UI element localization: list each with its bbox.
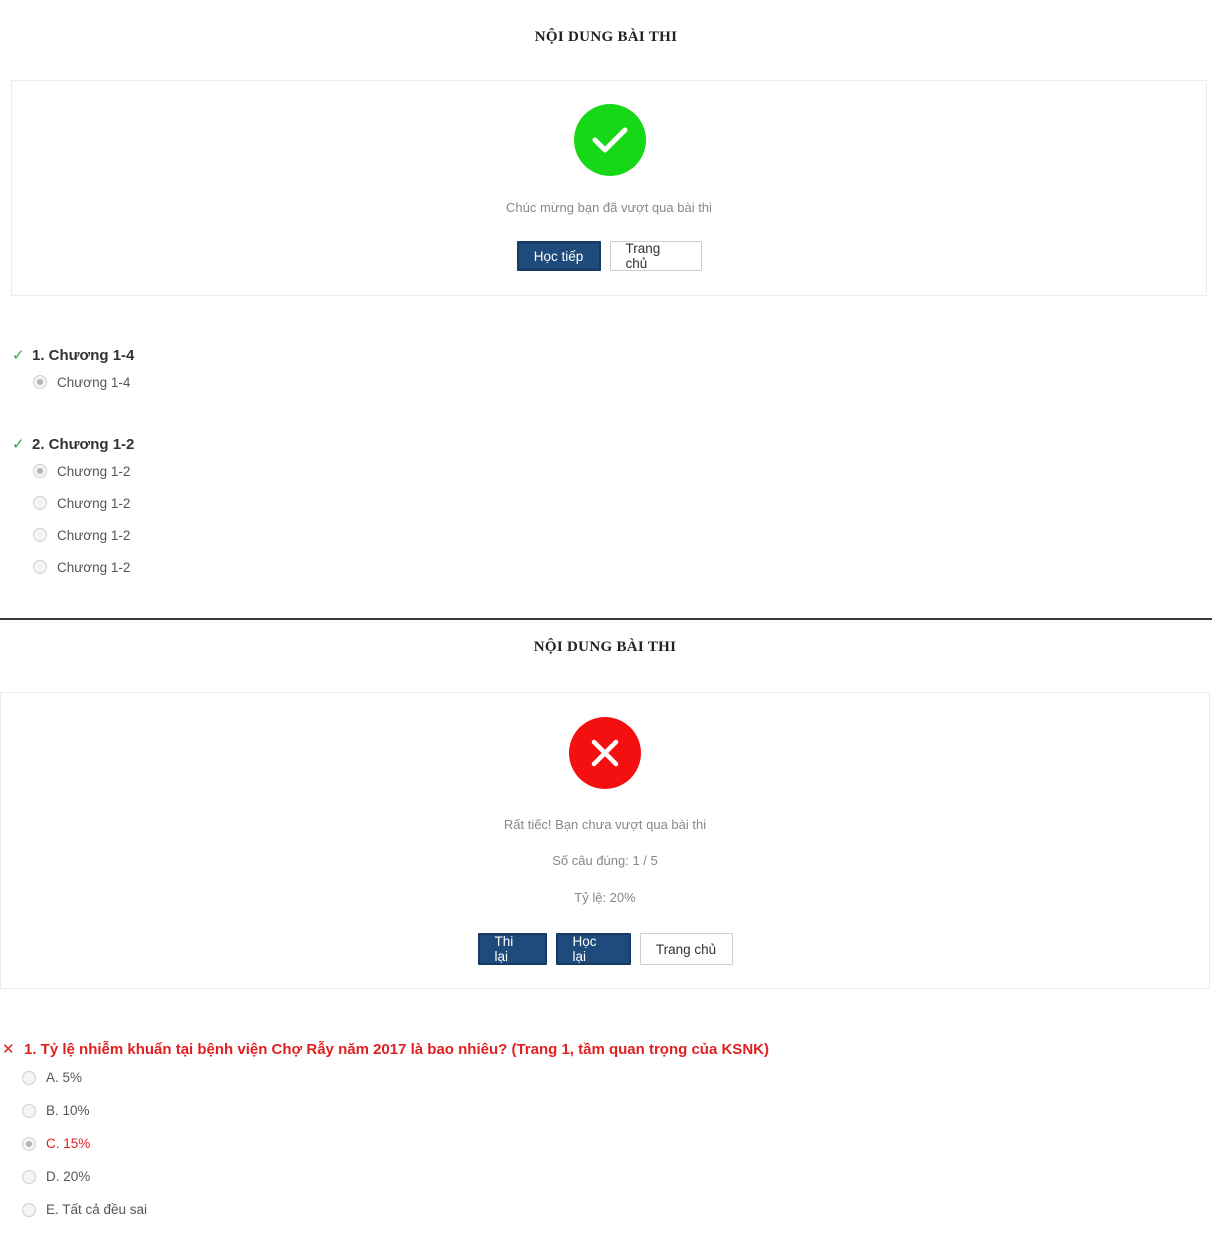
question-item: ✓ 2. Chương 1-2 Chương 1-2 Chương 1-2 Ch… xyxy=(12,433,134,583)
result-message: Chúc mừng bạn đã vượt qua bài thi xyxy=(506,200,712,215)
correct-count: Số câu đúng: 1 / 5 xyxy=(552,853,658,868)
x-icon xyxy=(590,738,620,768)
radio-selected[interactable] xyxy=(22,1136,36,1151)
answer-option[interactable]: A. 5% xyxy=(22,1061,769,1094)
answer-option[interactable]: D. 20% xyxy=(22,1160,769,1193)
answer-option[interactable]: Chương 1-2 xyxy=(33,487,134,519)
answer-option[interactable]: Chương 1-2 xyxy=(33,551,134,583)
result-card: Rất tiếc! Bạn chưa vượt qua bài thi Số c… xyxy=(0,692,1210,989)
radio[interactable] xyxy=(33,496,47,510)
option-label: A. 5% xyxy=(46,1070,83,1085)
score-rate: Tỷ lệ: 20% xyxy=(574,890,636,905)
home-button[interactable]: Trang chủ xyxy=(609,241,702,271)
check-icon xyxy=(591,125,629,155)
answer-option[interactable]: C. 15% xyxy=(22,1127,769,1160)
option-label: D. 20% xyxy=(46,1169,91,1184)
option-label: E. Tất cả đều sai xyxy=(46,1202,148,1217)
x-icon: ✕ xyxy=(2,1041,15,1058)
answer-option[interactable]: E. Tất cả đều sai xyxy=(22,1193,769,1226)
radio[interactable] xyxy=(33,528,47,542)
question-title: 2. Chương 1-2 xyxy=(32,435,135,453)
question-title: 1. Chương 1-4 xyxy=(32,346,135,364)
question-item: ✕ 1. Tỷ lệ nhiễm khuẩn tại bệnh viện Chợ… xyxy=(0,1038,769,1226)
option-label: Chương 1-2 xyxy=(57,559,131,575)
option-label: Chương 1-2 xyxy=(57,527,131,543)
radio[interactable] xyxy=(22,1202,36,1217)
fail-badge xyxy=(569,717,641,789)
home-button[interactable]: Trang chủ xyxy=(639,933,733,965)
option-label: Chương 1-2 xyxy=(57,463,131,479)
relearn-button[interactable]: Học lại xyxy=(555,933,631,965)
answer-option[interactable]: Chương 1-4 xyxy=(33,366,134,398)
question-item: ✓ 1. Chương 1-4 Chương 1-4 xyxy=(12,344,134,398)
answer-option[interactable]: Chương 1-2 xyxy=(33,519,134,551)
radio[interactable] xyxy=(22,1070,36,1085)
page-title: NỘI DUNG BÀI THI xyxy=(534,29,678,45)
radio[interactable] xyxy=(33,560,47,574)
answer-option[interactable]: Chương 1-2 xyxy=(33,455,134,487)
retry-exam-button[interactable]: Thi lại xyxy=(477,933,547,965)
success-badge xyxy=(574,104,646,176)
radio-selected[interactable] xyxy=(33,375,47,389)
radio[interactable] xyxy=(22,1103,36,1118)
page-title: NỘI DUNG BÀI THI xyxy=(533,639,677,655)
option-label: B. 10% xyxy=(46,1103,90,1118)
option-label: Chương 1-4 xyxy=(57,374,131,390)
result-card: Chúc mừng bạn đã vượt qua bài thi Học ti… xyxy=(11,80,1207,296)
question-title: 1. Tỷ lệ nhiễm khuẩn tại bệnh viện Chợ R… xyxy=(24,1040,769,1058)
screen-divider xyxy=(0,618,1212,620)
result-message: Rất tiếc! Bạn chưa vượt qua bài thi xyxy=(503,817,707,832)
option-label: Chương 1-2 xyxy=(57,495,131,511)
check-icon: ✓ xyxy=(12,436,25,453)
answer-option[interactable]: B. 10% xyxy=(22,1094,769,1127)
check-icon: ✓ xyxy=(12,347,25,364)
continue-learning-button[interactable]: Học tiếp xyxy=(516,241,601,271)
radio[interactable] xyxy=(22,1169,36,1184)
radio-selected[interactable] xyxy=(33,464,47,478)
option-label: C. 15% xyxy=(46,1136,91,1151)
